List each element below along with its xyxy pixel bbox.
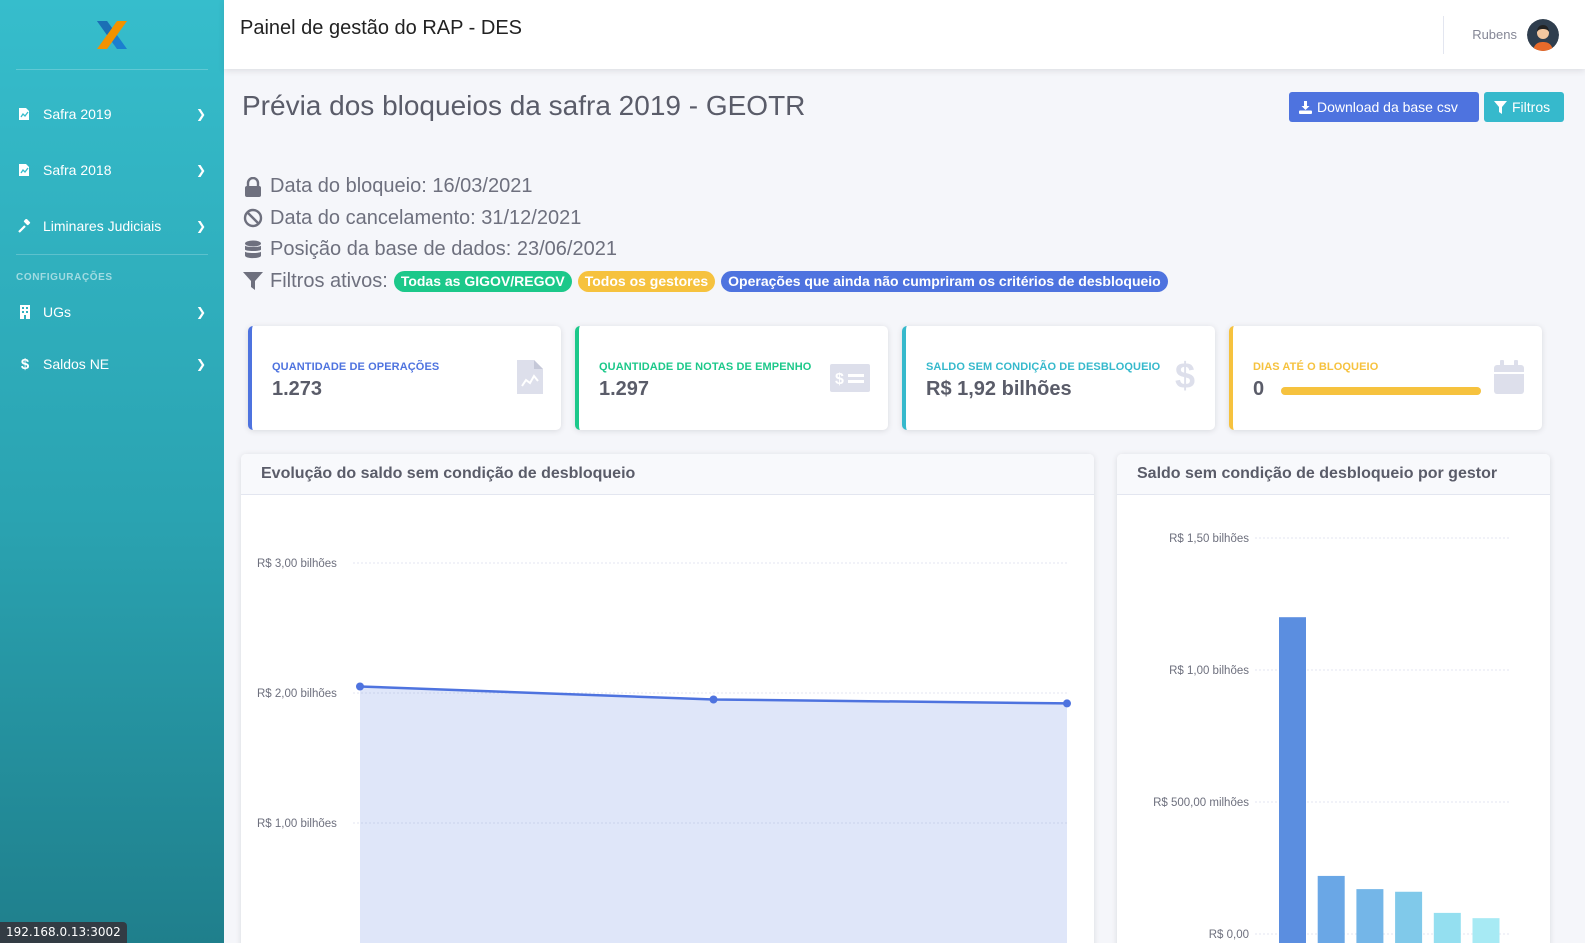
card-label: QUANTIDADE DE NOTAS DE EMPENHO xyxy=(599,361,812,373)
info-text: Posição da base de dados: 23/06/2021 xyxy=(270,238,617,261)
main-content: Prévia dos bloqueios da safra 2019 - GEO… xyxy=(224,69,1585,943)
svg-text:$: $ xyxy=(1175,356,1195,394)
y-tick-label: R$ 500,00 milhões xyxy=(1153,797,1249,809)
info-text: Data do bloqueio: 16/03/2021 xyxy=(270,175,533,198)
bar xyxy=(1395,891,1423,943)
chevron-right-icon: ❯ xyxy=(195,357,206,371)
chevron-right-icon: ❯ xyxy=(195,305,206,319)
topbar: Painel de gestão do RAP - DES Rubens xyxy=(224,0,1585,69)
card-value: R$ 1,92 bilhões xyxy=(926,378,1072,400)
chevron-right-icon: ❯ xyxy=(195,219,206,233)
download-csv-button[interactable]: Download da base csv xyxy=(1289,92,1479,122)
app-title: Painel de gestão do RAP - DES xyxy=(240,17,523,39)
brand-logo[interactable] xyxy=(0,0,224,69)
card-label: SALDO SEM CONDIÇÃO DE DESBLOQUEIO xyxy=(926,361,1161,373)
money-check-icon: $ xyxy=(830,364,870,397)
filter-icon xyxy=(1494,100,1507,114)
sidebar-item-label: Liminares Judiciais xyxy=(43,218,162,234)
sidebar-item-label: Safra 2019 xyxy=(43,106,112,122)
panel-saldo-gestor: Saldo sem condição de desbloqueio por ge… xyxy=(1117,454,1550,943)
bar xyxy=(1472,918,1500,943)
progress-fill xyxy=(1281,387,1481,395)
lock-icon xyxy=(242,176,264,197)
y-tick-label: R$ 2,00 bilhões xyxy=(257,688,337,700)
data-point xyxy=(1063,699,1071,708)
avatar[interactable] xyxy=(1527,18,1559,51)
download-icon xyxy=(1299,100,1312,114)
download-csv-label: Download da base csv xyxy=(1317,99,1458,115)
sidebar: Safra 2019 ❯ Safra 2018 ❯ Liminares Judi… xyxy=(0,0,224,943)
y-tick-label: R$ 1,00 bilhões xyxy=(1169,665,1249,677)
panel-evolucao-saldo: Evolução do saldo sem condição de desblo… xyxy=(241,454,1094,943)
filter-badge-gestores[interactable]: Todos os gestores xyxy=(577,270,716,292)
file-invoice-icon xyxy=(517,360,543,399)
stat-card-notas-empenho: QUANTIDADE DE NOTAS DE EMPENHO 1.297 $ xyxy=(575,326,888,430)
filters-label: Filtros xyxy=(1512,99,1551,115)
user-menu[interactable]: Rubens xyxy=(1443,0,1585,69)
dollar-icon: $ xyxy=(1175,355,1195,399)
card-value: 0 xyxy=(1253,378,1265,400)
filters-button[interactable]: Filtros xyxy=(1484,92,1564,122)
y-tick-label: R$ 1,50 bilhões xyxy=(1169,533,1249,545)
stat-card-saldo: SALDO SEM CONDIÇÃO DE DESBLOQUEIO R$ 1,9… xyxy=(902,326,1215,430)
bar-chart: R$ 1,50 bilhões R$ 1,00 bilhões R$ 500,00 … xyxy=(1153,533,1509,943)
y-tick-label: R$ 3,00 bilhões xyxy=(257,558,337,570)
filter-icon xyxy=(242,271,264,291)
calendar-icon xyxy=(1494,360,1524,399)
database-icon xyxy=(242,240,264,260)
info-list: Data do bloqueio: 16/03/2021 Data do can… xyxy=(242,171,1168,297)
info-data-bloqueio: Data do bloqueio: 16/03/2021 xyxy=(242,171,1168,203)
card-label: DIAS ATÉ O BLOQUEIO xyxy=(1253,361,1379,373)
chevron-right-icon: ❯ xyxy=(195,163,206,177)
dollar-icon: $ xyxy=(20,355,30,373)
bar xyxy=(1317,875,1345,943)
sidebar-item-safra-2019[interactable]: Safra 2019 ❯ xyxy=(0,86,224,142)
ban-icon xyxy=(242,208,264,228)
sidebar-item-label: Saldos NE xyxy=(43,356,110,372)
sidebar-item-liminares[interactable]: Liminares Judiciais ❯ xyxy=(0,198,224,254)
bar xyxy=(1433,912,1461,943)
info-data-cancelamento: Data do cancelamento: 31/12/2021 xyxy=(242,203,1168,235)
panel-title: Saldo sem condição de desbloqueio por ge… xyxy=(1117,454,1550,495)
svg-text:$: $ xyxy=(835,371,844,388)
bar xyxy=(1356,889,1384,943)
card-label: QUANTIDADE DE OPERAÇÕES xyxy=(272,361,440,373)
data-point xyxy=(356,682,364,691)
stat-card-operacoes: QUANTIDADE DE OPERAÇÕES 1.273 xyxy=(248,326,561,430)
data-point xyxy=(709,695,718,704)
bar xyxy=(1279,617,1306,943)
host-address-tag: 192.168.0.13:3002 xyxy=(0,922,127,943)
caixa-x-logo-icon xyxy=(97,20,127,49)
sidebar-item-ugs[interactable]: UGs ❯ xyxy=(0,288,224,336)
area-fill xyxy=(360,686,1067,943)
sidebar-item-saldos-ne[interactable]: $ Saldos NE ❯ xyxy=(0,336,224,392)
card-value: 1.273 xyxy=(272,378,323,400)
gavel-icon xyxy=(16,219,34,233)
area-chart: R$ 3,00 bilhões R$ 2,00 bilhões R$ 1,00 bi… xyxy=(257,558,1071,943)
file-chart-icon xyxy=(16,107,34,121)
filter-badge-operacoes[interactable]: Operações que ainda não cumpriram os cri… xyxy=(721,270,1168,292)
panel-title: Evolução do saldo sem condição de desblo… xyxy=(241,454,1094,495)
topbar-divider xyxy=(1443,15,1445,54)
y-tick-label: R$ 0,00 xyxy=(1209,929,1249,941)
y-tick-label: R$ 1,00 bilhões xyxy=(257,818,337,830)
filter-badge-gigov[interactable]: Todas as GIGOV/REGOV xyxy=(393,270,572,292)
info-posicao-base: Posição da base de dados: 23/06/2021 xyxy=(242,234,1168,266)
page-title: Prévia dos bloqueios da safra 2019 - GEO… xyxy=(242,90,806,121)
stat-card-dias-bloqueio: DIAS ATÉ O BLOQUEIO 0 xyxy=(1229,326,1542,430)
sidebar-item-label: Safra 2018 xyxy=(43,162,112,178)
card-value: 1.297 xyxy=(599,378,650,400)
sidebar-item-safra-2018[interactable]: Safra 2018 ❯ xyxy=(0,142,224,198)
info-text: Filtros ativos: xyxy=(270,269,388,292)
sidebar-item-label: UGs xyxy=(43,304,71,320)
user-name[interactable]: Rubens xyxy=(1472,27,1517,42)
info-filtros-ativos: Filtros ativos: Todas as GIGOV/REGOV Tod… xyxy=(242,266,1168,298)
info-text: Data do cancelamento: 31/12/2021 xyxy=(270,206,582,229)
sidebar-heading: CONFIGURAÇÕES xyxy=(16,272,113,283)
chevron-right-icon: ❯ xyxy=(195,107,206,121)
file-chart-icon xyxy=(16,163,34,177)
building-icon xyxy=(16,305,34,319)
days-progress-bar xyxy=(1281,387,1481,395)
